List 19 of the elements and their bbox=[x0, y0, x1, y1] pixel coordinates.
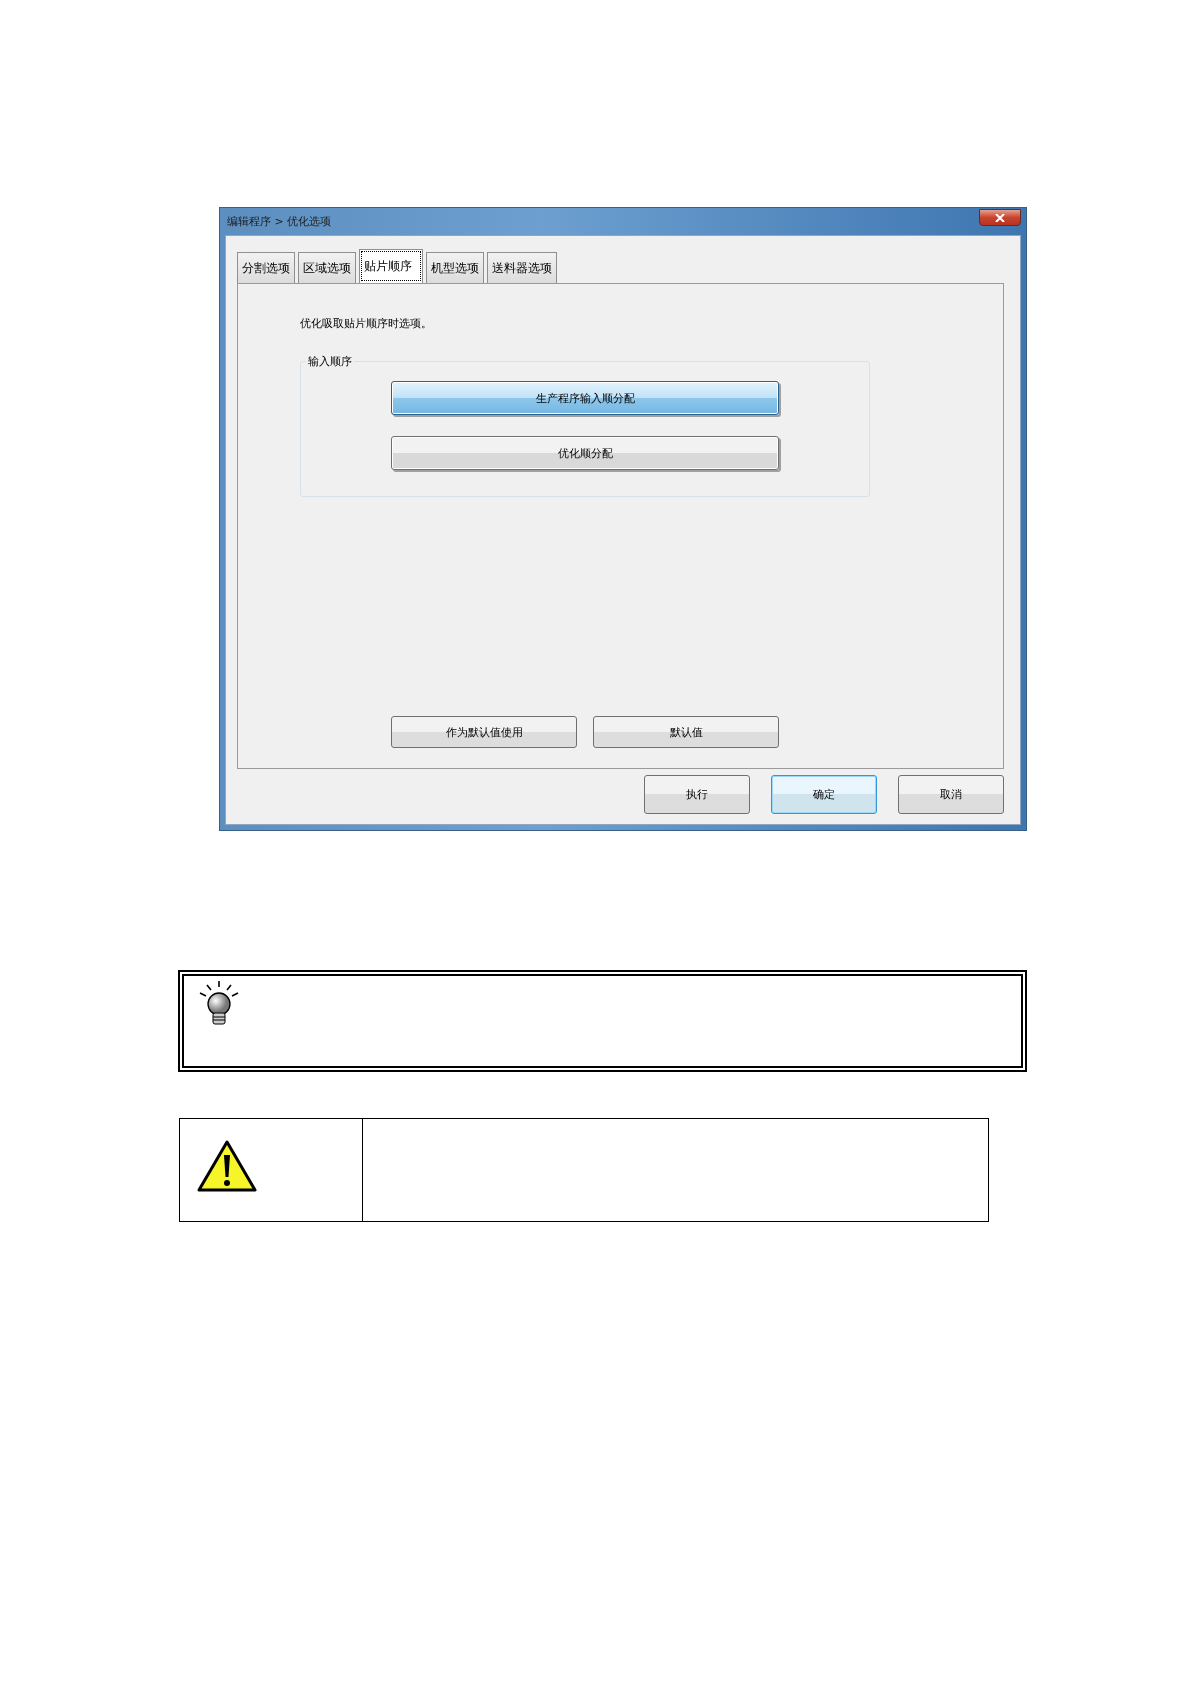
dialog-button[interactable]: 执行 bbox=[644, 775, 750, 814]
group-label: 输入顺序 bbox=[306, 354, 354, 369]
tab[interactable]: 贴片顺序 bbox=[359, 249, 423, 283]
light-bulb-icon bbox=[198, 980, 240, 1026]
close-icon bbox=[995, 213, 1005, 222]
order-option-button[interactable]: 优化顺分配 bbox=[391, 436, 779, 470]
dialog-button[interactable]: 确定 bbox=[771, 775, 877, 814]
tab[interactable]: 机型选项 bbox=[426, 252, 484, 283]
close-button[interactable] bbox=[979, 209, 1021, 226]
tab[interactable]: 区域选项 bbox=[298, 252, 356, 283]
panel-button[interactable]: 默认值 bbox=[593, 716, 779, 748]
dialog-button[interactable]: 取消 bbox=[898, 775, 1004, 814]
tab[interactable]: 送料器选项 bbox=[487, 252, 557, 283]
order-option-button[interactable]: 生产程序输入顺分配 bbox=[391, 381, 779, 415]
window-title: 编辑程序 > 优化选项 bbox=[226, 214, 332, 229]
description-text: 优化吸取贴片顺序时选项。 bbox=[300, 316, 433, 331]
panel-button[interactable]: 作为默认值使用 bbox=[391, 716, 577, 748]
warning-icon bbox=[196, 1139, 258, 1194]
tab[interactable]: 分割选项 bbox=[237, 252, 295, 283]
